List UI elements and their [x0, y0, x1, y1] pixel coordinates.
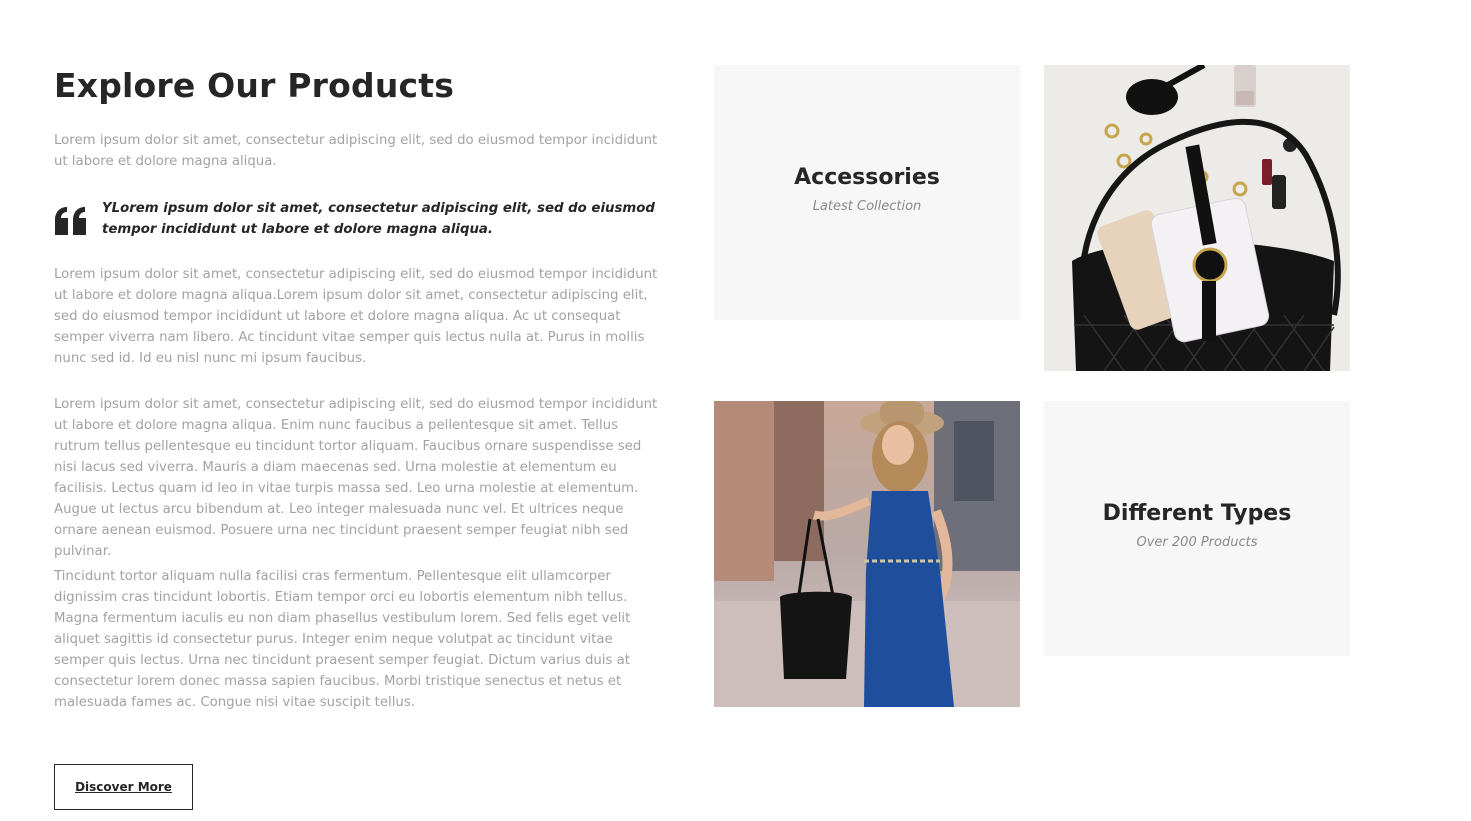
- accessories-card[interactable]: Accessories Latest Collection: [714, 65, 1020, 320]
- accessories-image[interactable]: [1044, 65, 1350, 371]
- card-title: Different Types: [1102, 501, 1292, 526]
- body-paragraph-4: Tincidunt tortor aliquam nulla facilisi …: [54, 569, 631, 710]
- body-paragraph-2: Lorem ipsum dolor sit amet, consectetur …: [54, 267, 658, 366]
- section-title: Explore Our Products: [54, 66, 455, 105]
- card-subtitle: Latest Collection: [812, 199, 922, 214]
- card-title: Accessories: [794, 165, 940, 190]
- discover-more-button[interactable]: Discover More: [54, 764, 193, 810]
- model-photo: [714, 401, 1020, 707]
- blockquote: YLorem ipsum dolor sit amet, consectetur…: [54, 198, 664, 240]
- model-image[interactable]: [714, 401, 1020, 707]
- intro-paragraph: Lorem ipsum dolor sit amet, consectetur …: [54, 133, 658, 169]
- content-column: Explore Our Products Lorem ipsum dolor s…: [54, 64, 664, 710]
- accessories-photo: [1044, 65, 1350, 371]
- quote-icon: [55, 207, 86, 235]
- body-paragraph-3: Lorem ipsum dolor sit amet, consectetur …: [54, 397, 658, 559]
- card-subtitle: Over 200 Products: [1136, 535, 1258, 550]
- quote-text: YLorem ipsum dolor sit amet, consectetur…: [102, 201, 655, 237]
- types-card[interactable]: Different Types Over 200 Products: [1044, 401, 1350, 656]
